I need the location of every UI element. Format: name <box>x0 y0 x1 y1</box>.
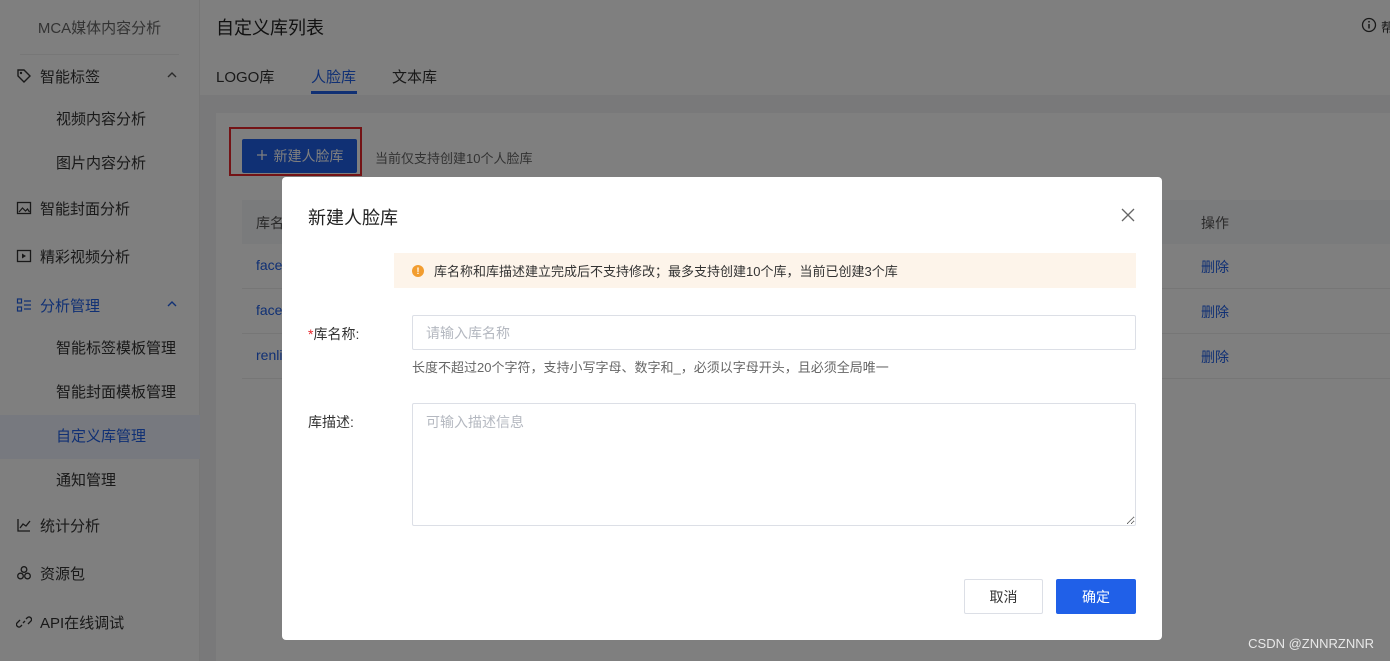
cancel-button[interactable]: 取消 <box>964 579 1043 614</box>
library-description-input[interactable] <box>412 403 1136 526</box>
watermark: CSDN @ZNNRZNNR <box>1248 636 1374 651</box>
new-face-library-dialog: 新建人脸库 ! 库名称和库描述建立完成后不支持修改；最多支持创建10个库，当前已… <box>282 177 1162 640</box>
description-label: 库描述: <box>308 414 354 430</box>
alert-text: 库名称和库描述建立完成后不支持修改；最多支持创建10个库，当前已创建3个库 <box>434 264 898 279</box>
name-label-text: 库名称: <box>313 326 360 342</box>
library-name-input[interactable] <box>412 315 1136 350</box>
warning-alert: ! 库名称和库描述建立完成后不支持修改；最多支持创建10个库，当前已创建3个库 <box>394 253 1136 288</box>
confirm-button[interactable]: 确定 <box>1056 579 1136 614</box>
warning-icon: ! <box>412 264 424 277</box>
dialog-title: 新建人脸库 <box>308 208 398 228</box>
name-label: *库名称: <box>308 324 359 344</box>
name-help-text: 长度不超过20个字符，支持小写字母、数字和_，必须以字母开头，且必须全局唯一 <box>412 360 889 375</box>
close-icon[interactable] <box>1120 207 1136 223</box>
